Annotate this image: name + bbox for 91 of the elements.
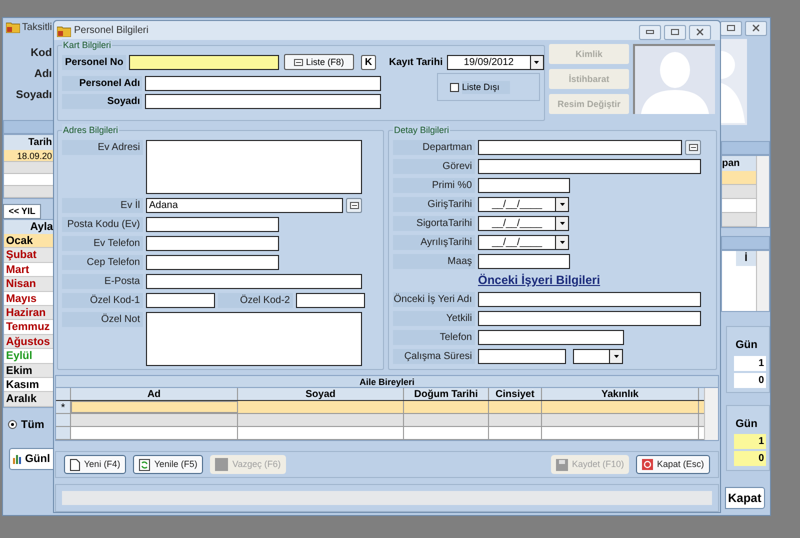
field-label: Özel Kod-2 bbox=[218, 293, 293, 308]
column-header: Ad bbox=[71, 388, 238, 400]
field-label: Önceki İş Yeri Adı bbox=[393, 292, 475, 308]
k-button[interactable]: K bbox=[361, 54, 376, 70]
column-header: Doğum Tarihi bbox=[404, 388, 489, 400]
value-cell: 0 bbox=[734, 451, 766, 466]
date-field[interactable]: __/__/____ bbox=[478, 216, 556, 232]
field-label: Telefon bbox=[393, 330, 475, 346]
report-button[interactable]: Günl bbox=[9, 448, 54, 470]
field-label: Maaş bbox=[393, 254, 475, 270]
group-title: Adres Bilgileri bbox=[62, 124, 120, 136]
field-label: E-Posta bbox=[62, 274, 143, 290]
grid-title: Aile Bireyleri bbox=[56, 376, 718, 388]
month-cell[interactable]: Kasım bbox=[4, 378, 53, 392]
checkbox-label: Liste Dışı bbox=[462, 80, 510, 94]
column-header: Ayla bbox=[4, 220, 53, 234]
section-heading: Önceki İşyeri Bilgileri bbox=[478, 273, 600, 288]
field-label: Personel No bbox=[62, 54, 126, 70]
value-cell: 0 bbox=[734, 372, 766, 388]
group-title: Detay Bilgileri bbox=[393, 124, 450, 136]
field-label: Kod bbox=[30, 46, 52, 61]
action-button[interactable]: Yenile (F5) bbox=[133, 455, 204, 474]
column-header: Yakınlık bbox=[542, 388, 699, 400]
month-name: Ekim bbox=[6, 364, 32, 377]
field-label: Çalışma Süresi bbox=[393, 349, 475, 364]
month-name: Mart bbox=[6, 264, 30, 276]
month-name: Haziran bbox=[6, 306, 46, 319]
column-header: Soyad bbox=[238, 388, 404, 400]
input-field[interactable]: Adana bbox=[146, 198, 343, 214]
field-label: Personel Adı bbox=[62, 76, 142, 92]
field-label: Ev Adresi bbox=[62, 140, 143, 156]
field-label: Posta Kodu (Ev) bbox=[62, 217, 143, 232]
date-field[interactable]: __/__/____ bbox=[478, 197, 556, 212]
field-label: Yetkili bbox=[393, 311, 475, 326]
value-cell: 1 bbox=[734, 356, 766, 370]
month-name: Temmuz bbox=[6, 321, 50, 334]
value-cell: 1 bbox=[734, 434, 766, 449]
month-cell[interactable]: Şubat bbox=[4, 248, 53, 263]
field-label: Adı bbox=[34, 67, 52, 82]
field-label: SigortaTarihi bbox=[393, 216, 475, 232]
month-cell[interactable]: Aralık bbox=[4, 392, 53, 407]
month-name: Şubat bbox=[6, 249, 37, 262]
field-label: Kayıt Tarihi bbox=[389, 56, 443, 70]
year-button[interactable]: << YIL bbox=[3, 204, 41, 219]
field-label: Soyadı bbox=[16, 88, 52, 103]
date-field[interactable]: __/__/____ bbox=[478, 235, 556, 250]
month-cell[interactable]: Haziran bbox=[4, 306, 53, 320]
action-button[interactable]: Kapat (Esc) bbox=[636, 455, 710, 474]
window-title: Taksitli bbox=[22, 20, 52, 34]
month-cell[interactable]: Ocak bbox=[4, 234, 53, 248]
column-header: Cinsiyet bbox=[489, 388, 542, 400]
month-cell[interactable]: Mayıs bbox=[4, 292, 53, 306]
column-header: Gün bbox=[736, 416, 758, 432]
month-cell[interactable]: Nisan bbox=[4, 277, 53, 292]
field-label: GirişTarihi bbox=[393, 197, 475, 212]
column-header: Gün bbox=[736, 338, 758, 353]
column-header: pan bbox=[722, 156, 756, 171]
table-row[interactable]: * bbox=[56, 401, 704, 414]
row-marker: * bbox=[56, 401, 71, 414]
date-field[interactable]: 19/09/2012 bbox=[446, 54, 531, 70]
field-label: Cep Telefon bbox=[62, 255, 143, 270]
month-cell[interactable]: Eylül bbox=[4, 349, 53, 364]
month-name: Ocak bbox=[6, 235, 33, 247]
month-name: Mayıs bbox=[6, 292, 37, 305]
month-name: Nisan bbox=[6, 278, 36, 290]
month-name: Eylül bbox=[6, 350, 32, 362]
field-label: Primi %0 bbox=[393, 178, 475, 194]
month-cell[interactable]: Mart bbox=[4, 262, 53, 278]
month-name: Ağustos bbox=[6, 336, 50, 348]
field-label: Özel Not bbox=[62, 312, 143, 328]
field-label: Görevi bbox=[393, 159, 475, 174]
action-button[interactable]: Yeni (F4) bbox=[64, 455, 126, 474]
group-title: Kart Bilgileri bbox=[62, 39, 112, 52]
month-cell[interactable]: Temmuz bbox=[4, 320, 53, 335]
field-label: Ev İl bbox=[62, 198, 143, 214]
field-label: Özel Kod-1 bbox=[62, 293, 143, 308]
table-cell: 18.09.20 bbox=[4, 150, 53, 162]
list-button[interactable]: Liste (F8) bbox=[284, 54, 354, 70]
month-name: Aralık bbox=[6, 393, 37, 406]
field-label: Departman bbox=[393, 140, 475, 156]
column-header: İ bbox=[736, 251, 756, 266]
month-cell[interactable]: Ekim bbox=[4, 364, 53, 378]
column-header: Tarih bbox=[4, 135, 53, 150]
radio-label: Tüm bbox=[21, 418, 44, 433]
close-button[interactable]: Kapat bbox=[725, 487, 765, 509]
month-cell[interactable]: Ağustos bbox=[4, 334, 53, 350]
field-label: Soyadı bbox=[62, 94, 142, 110]
window-title: Personel Bilgileri bbox=[74, 24, 148, 38]
field-label: AyrılışTarihi bbox=[393, 235, 475, 250]
field-label: Ev Telefon bbox=[62, 236, 143, 252]
month-name: Kasım bbox=[6, 378, 40, 391]
